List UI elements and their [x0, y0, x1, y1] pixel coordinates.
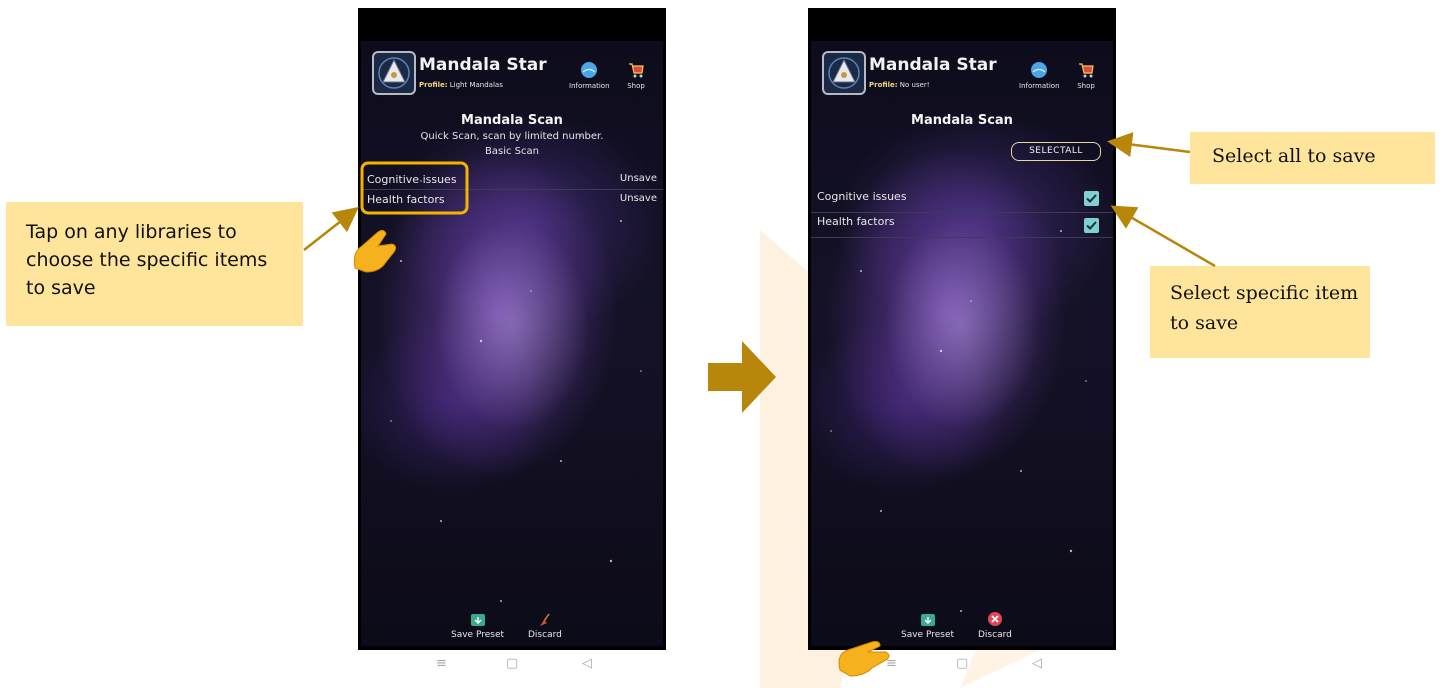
information-label: Information [569, 82, 610, 90]
discard-button[interactable]: Discard [978, 611, 1012, 640]
phone-screenshot-before: Mandala Star Profile: Light Mandalas Inf… [358, 8, 666, 650]
library-row[interactable]: Cognitive issues Unsave [361, 171, 663, 190]
app-screen: Mandala Star Profile: No user! Informati… [811, 41, 1113, 646]
discard-label: Discard [528, 630, 562, 640]
back-icon[interactable]: ◁ [1032, 656, 1042, 671]
system-nav-bar: ≡ ▢ ◁ [808, 656, 1116, 678]
discard-button[interactable]: Discard [528, 613, 562, 640]
library-label: Health factors [817, 215, 895, 228]
callout-select-all: Select all to save [1190, 132, 1435, 184]
callout-select-specific: Select specific item to save [1150, 266, 1370, 358]
profile-line: Profile: No user! [869, 81, 930, 89]
phone-screenshot-after: Mandala Star Profile: No user! Informati… [808, 8, 1116, 650]
checkbox-checked-icon[interactable] [1084, 218, 1099, 233]
save-preset-label: Save Preset [901, 630, 955, 640]
scan-title: Mandala Scan [911, 113, 1013, 128]
library-label: Cognitive issues [817, 190, 907, 203]
save-preset-icon [920, 614, 935, 626]
home-icon[interactable]: ▢ [506, 656, 518, 671]
callout-tap-libraries: Tap on any libraries to choose the speci… [6, 202, 303, 326]
mandala-logo-icon [828, 57, 860, 89]
shop-button[interactable]: Shop [1077, 61, 1095, 90]
information-globe-icon [1031, 62, 1048, 78]
mandala-logo-icon [378, 57, 410, 89]
library-label: Health factors [367, 193, 445, 206]
scan-title: Mandala Scan [461, 113, 563, 128]
checkbox-checked-icon[interactable] [1084, 191, 1099, 206]
shop-label: Shop [1077, 82, 1095, 90]
home-icon[interactable]: ▢ [956, 656, 968, 671]
connector-tap-libraries [303, 206, 359, 251]
profile-label: Profile: [869, 81, 898, 89]
shop-button[interactable]: Shop [627, 61, 645, 90]
library-row[interactable]: Cognitive issues [811, 188, 1113, 213]
app-title: Mandala Star [419, 55, 547, 75]
unsave-button[interactable]: Unsave [620, 173, 657, 184]
discard-broom-icon [539, 613, 550, 626]
app-screen: Mandala Star Profile: Light Mandalas Inf… [361, 41, 663, 646]
app-logo [372, 51, 416, 95]
profile-label: Profile: [419, 81, 448, 89]
scan-subtitle: Quick Scan, scan by limited number. [420, 131, 604, 142]
save-preset-icon [470, 614, 485, 626]
shop-cart-icon [629, 63, 644, 78]
shop-label: Shop [627, 82, 645, 90]
save-preset-button[interactable]: Save Preset [451, 613, 504, 640]
right-arrow-icon [708, 341, 776, 413]
discard-label: Discard [978, 630, 1012, 640]
system-nav-bar: ≡ ▢ ◁ [358, 656, 666, 678]
connector-select-all [1107, 132, 1191, 157]
information-globe-icon [581, 62, 598, 78]
select-all-button[interactable]: SELECTALL [1011, 142, 1101, 161]
app-title: Mandala Star [869, 55, 997, 75]
connector-select-specific [1110, 205, 1216, 268]
information-button[interactable]: Information [569, 61, 610, 90]
library-label: Cognitive issues [367, 173, 457, 186]
information-label: Information [1019, 82, 1060, 90]
save-preset-label: Save Preset [451, 630, 505, 640]
menu-icon[interactable]: ≡ [436, 656, 447, 671]
profile-value: Light Mandalas [449, 81, 503, 89]
unsave-button[interactable]: Unsave [620, 193, 657, 204]
app-logo [822, 51, 866, 95]
information-button[interactable]: Information [1019, 61, 1060, 90]
library-row[interactable]: Health factors [811, 213, 1113, 238]
menu-icon[interactable]: ≡ [886, 656, 897, 671]
profile-line: Profile: Light Mandalas [419, 81, 503, 89]
scan-type: Basic Scan [485, 146, 539, 157]
back-icon[interactable]: ◁ [582, 656, 592, 671]
library-row[interactable]: Health factors Unsave [361, 191, 663, 209]
starfield [830, 230, 1087, 612]
shop-cart-icon [1079, 63, 1094, 78]
profile-value: No user! [899, 81, 930, 89]
discard-x-icon [987, 612, 1002, 626]
save-preset-button[interactable]: Save Preset [901, 613, 954, 640]
